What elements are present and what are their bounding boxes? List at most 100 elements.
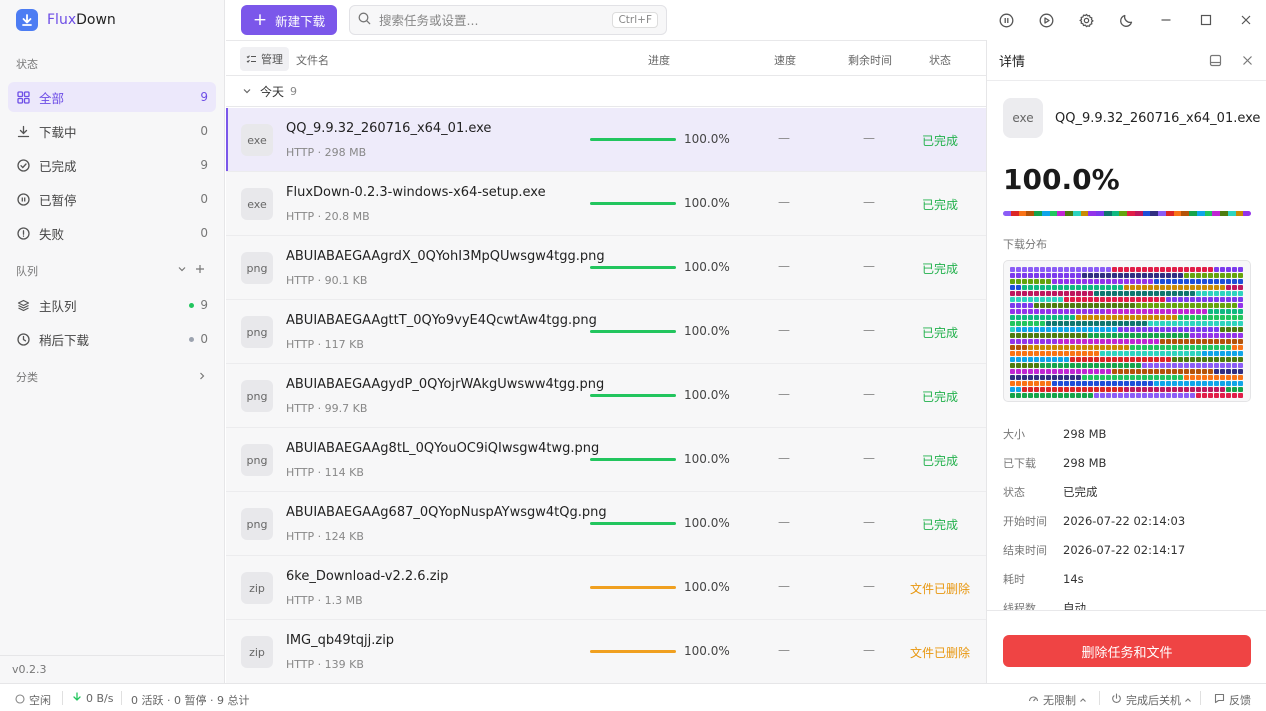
search-box[interactable]: Ctrl+F: [349, 5, 667, 35]
chunk-block: [1226, 357, 1231, 362]
manage-button[interactable]: 管理: [240, 47, 289, 71]
category-section-label[interactable]: 分类: [16, 369, 38, 385]
chevron-right-icon[interactable]: [197, 370, 207, 384]
chunk-block: [1130, 351, 1135, 356]
file-type-icon: zip: [241, 572, 273, 604]
col-header-speed[interactable]: 速度: [774, 52, 796, 68]
col-header-remaining[interactable]: 剩余时间: [848, 52, 892, 68]
minimize-icon[interactable]: [1157, 11, 1175, 29]
col-header-status[interactable]: 状态: [929, 52, 951, 68]
chunk-block: [1238, 291, 1243, 296]
status-badge: 已完成: [922, 326, 959, 340]
after-complete-menu[interactable]: 完成后关机: [1111, 692, 1196, 708]
chunk-block: [1022, 375, 1027, 380]
chunk-block: [1148, 291, 1153, 296]
progress-fill: [590, 650, 676, 653]
chunk-block: [1238, 285, 1243, 290]
progress-text: 100.0%: [684, 132, 730, 146]
nav-item-failed[interactable]: 失败 0: [8, 218, 216, 248]
chunk-block: [1214, 363, 1219, 368]
nav-item-later-queue[interactable]: 稍后下载 0: [8, 324, 216, 354]
resume-all-icon[interactable]: [1037, 11, 1055, 29]
chunk-block: [1028, 375, 1033, 380]
search-input[interactable]: [379, 12, 613, 28]
maximize-icon[interactable]: [1197, 11, 1215, 29]
app-name: FluxDown: [47, 12, 116, 28]
table-row[interactable]: exe QQ_9.9.32_260716_x64_01.exe HTTP · 298…: [226, 108, 986, 172]
chunk-block: [1064, 297, 1069, 302]
chunk-block: [1130, 375, 1135, 380]
chunk-block: [1094, 303, 1099, 308]
chunk-block: [1100, 321, 1105, 326]
table-row[interactable]: png ABUIABAEGAAgrdX_0QYohI3MpQUwsgw4tgg.p…: [226, 236, 986, 300]
chunk-block: [1010, 387, 1015, 392]
chunk-block: [1046, 285, 1051, 290]
chunk-block: [1052, 369, 1057, 374]
progress-bar: [590, 394, 676, 397]
table-row[interactable]: png ABUIABAEGAAgydP_0QYojrWAkgUwsww4tgg.p…: [226, 364, 986, 428]
speed-value: —: [778, 451, 790, 465]
moon-icon[interactable]: [1117, 11, 1135, 29]
nav-item-all[interactable]: 全部 9: [8, 82, 216, 112]
chunk-block: [1166, 357, 1171, 362]
table-row[interactable]: png ABUIABAEGAAgttT_0QYo9vyE4QcwtAw4tgg.p…: [226, 300, 986, 364]
chunk-block: [1214, 369, 1219, 374]
chunk-block: [1028, 333, 1033, 338]
chunk-block: [1034, 375, 1039, 380]
chunk-block: [1238, 303, 1243, 308]
nav-item-downloading[interactable]: 下载中 0: [8, 116, 216, 146]
chunk-block: [1124, 321, 1129, 326]
table-row[interactable]: exe FluxDown-0.2.3-windows-x64-setup.exe H…: [226, 172, 986, 236]
table-header: 管理 文件名 进度 速度 剩余时间 状态: [226, 40, 986, 76]
chunk-block: [1226, 363, 1231, 368]
delete-task-and-file-button[interactable]: 删除任务和文件: [1003, 635, 1251, 667]
table-row[interactable]: png ABUIABAEGAAg8tL_0QYouOC9iQIwsgw4twg.p…: [226, 428, 986, 492]
chunk-block: [1118, 375, 1123, 380]
chunk-block: [1202, 279, 1207, 284]
speed-limit-menu[interactable]: 无限制: [1028, 692, 1091, 708]
col-header-name[interactable]: 文件名: [296, 52, 329, 68]
add-queue-icon[interactable]: [195, 263, 205, 277]
app-version: v0.2.3: [12, 663, 47, 676]
chunk-block: [1160, 279, 1165, 284]
close-icon[interactable]: [1237, 11, 1255, 29]
chunk-block: [1010, 285, 1015, 290]
chunk-block: [1064, 267, 1069, 272]
nav-item-paused[interactable]: 已暂停 0: [8, 184, 216, 214]
chunk-block: [1052, 375, 1057, 380]
feedback-button[interactable]: 反馈: [1214, 692, 1251, 708]
chunk-block: [1112, 321, 1117, 326]
chunk-block: [1034, 369, 1039, 374]
chunk-block: [1178, 297, 1183, 302]
queue-status-dot: [189, 336, 195, 342]
chunk-block: [1196, 387, 1201, 392]
chunk-block: [1130, 387, 1135, 392]
pause-all-icon[interactable]: [997, 11, 1015, 29]
gear-icon[interactable]: [1077, 11, 1095, 29]
chunk-block: [1142, 309, 1147, 314]
nav-item-completed[interactable]: 已完成 9: [8, 150, 216, 180]
nav-item-main-queue[interactable]: 主队列 9: [8, 290, 216, 320]
chunk-block: [1184, 345, 1189, 350]
chunk-block: [1142, 357, 1147, 362]
chunk-block: [1190, 279, 1195, 284]
table-row[interactable]: zip 6ke_Download-v2.2.6.zip HTTP · 1.3 MB 1…: [226, 556, 986, 620]
table-row[interactable]: png ABUIABAEGAAg687_0QYopNuspAYwsgw4tQg.p…: [226, 492, 986, 556]
chunk-block: [1172, 357, 1177, 362]
group-header-today[interactable]: 今天 9: [226, 76, 986, 107]
chunk-block: [1100, 387, 1105, 392]
chunk-block: [1232, 387, 1237, 392]
chunk-block: [1076, 351, 1081, 356]
plus-icon: +: [252, 9, 268, 30]
panel-toggle-icon[interactable]: [1207, 52, 1223, 68]
col-header-progress[interactable]: 进度: [648, 52, 670, 68]
chunk-block: [1058, 375, 1063, 380]
queue-collapse-icon[interactable]: [177, 263, 187, 277]
chunk-block: [1016, 381, 1021, 386]
chunk-block: [1118, 381, 1123, 386]
chunk-block: [1220, 363, 1225, 368]
new-download-button[interactable]: + 新建下载: [241, 5, 337, 35]
close-detail-icon[interactable]: [1239, 52, 1255, 68]
table-row[interactable]: zip IMG_qb49tqjj.zip HTTP · 139 KB 100.0% — —…: [226, 620, 986, 684]
chunk-block: [1016, 321, 1021, 326]
